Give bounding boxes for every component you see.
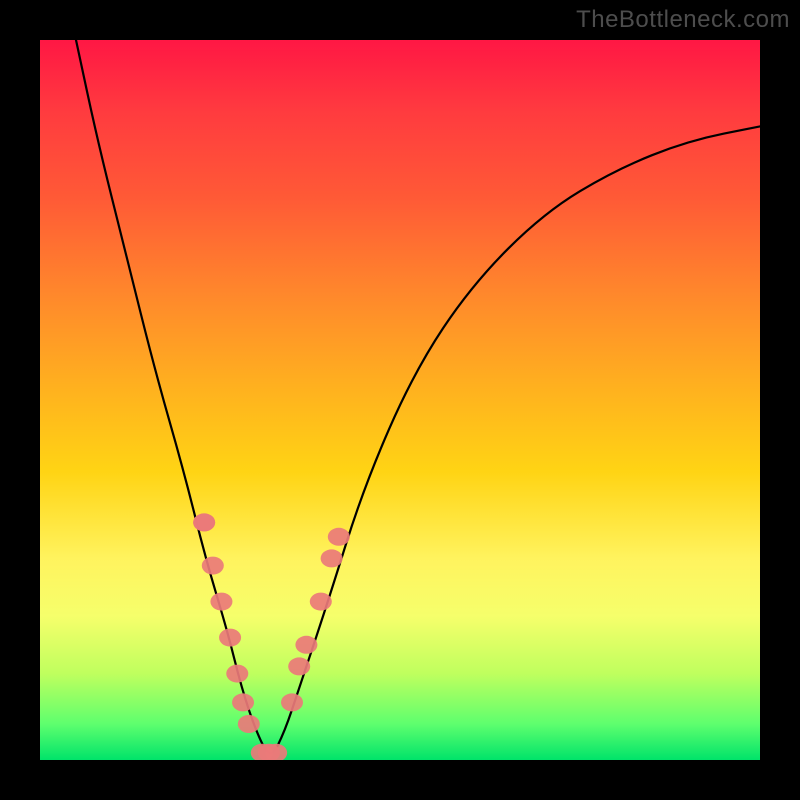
bottleneck-curve bbox=[76, 40, 760, 753]
data-marker bbox=[193, 513, 215, 531]
data-marker bbox=[295, 636, 317, 654]
data-marker bbox=[238, 715, 260, 733]
data-marker bbox=[232, 693, 254, 711]
watermark-text: TheBottleneck.com bbox=[576, 6, 790, 34]
data-marker bbox=[328, 528, 350, 546]
data-marker bbox=[226, 665, 248, 683]
data-marker bbox=[210, 593, 232, 611]
curve-svg bbox=[40, 40, 760, 760]
data-marker bbox=[310, 593, 332, 611]
data-marker bbox=[219, 629, 241, 647]
data-markers bbox=[193, 513, 350, 760]
data-marker bbox=[202, 557, 224, 575]
data-marker bbox=[281, 693, 303, 711]
data-marker bbox=[288, 657, 310, 675]
plot-area bbox=[40, 40, 760, 760]
data-marker bbox=[321, 549, 343, 567]
chart-frame: TheBottleneck.com bbox=[0, 0, 800, 800]
